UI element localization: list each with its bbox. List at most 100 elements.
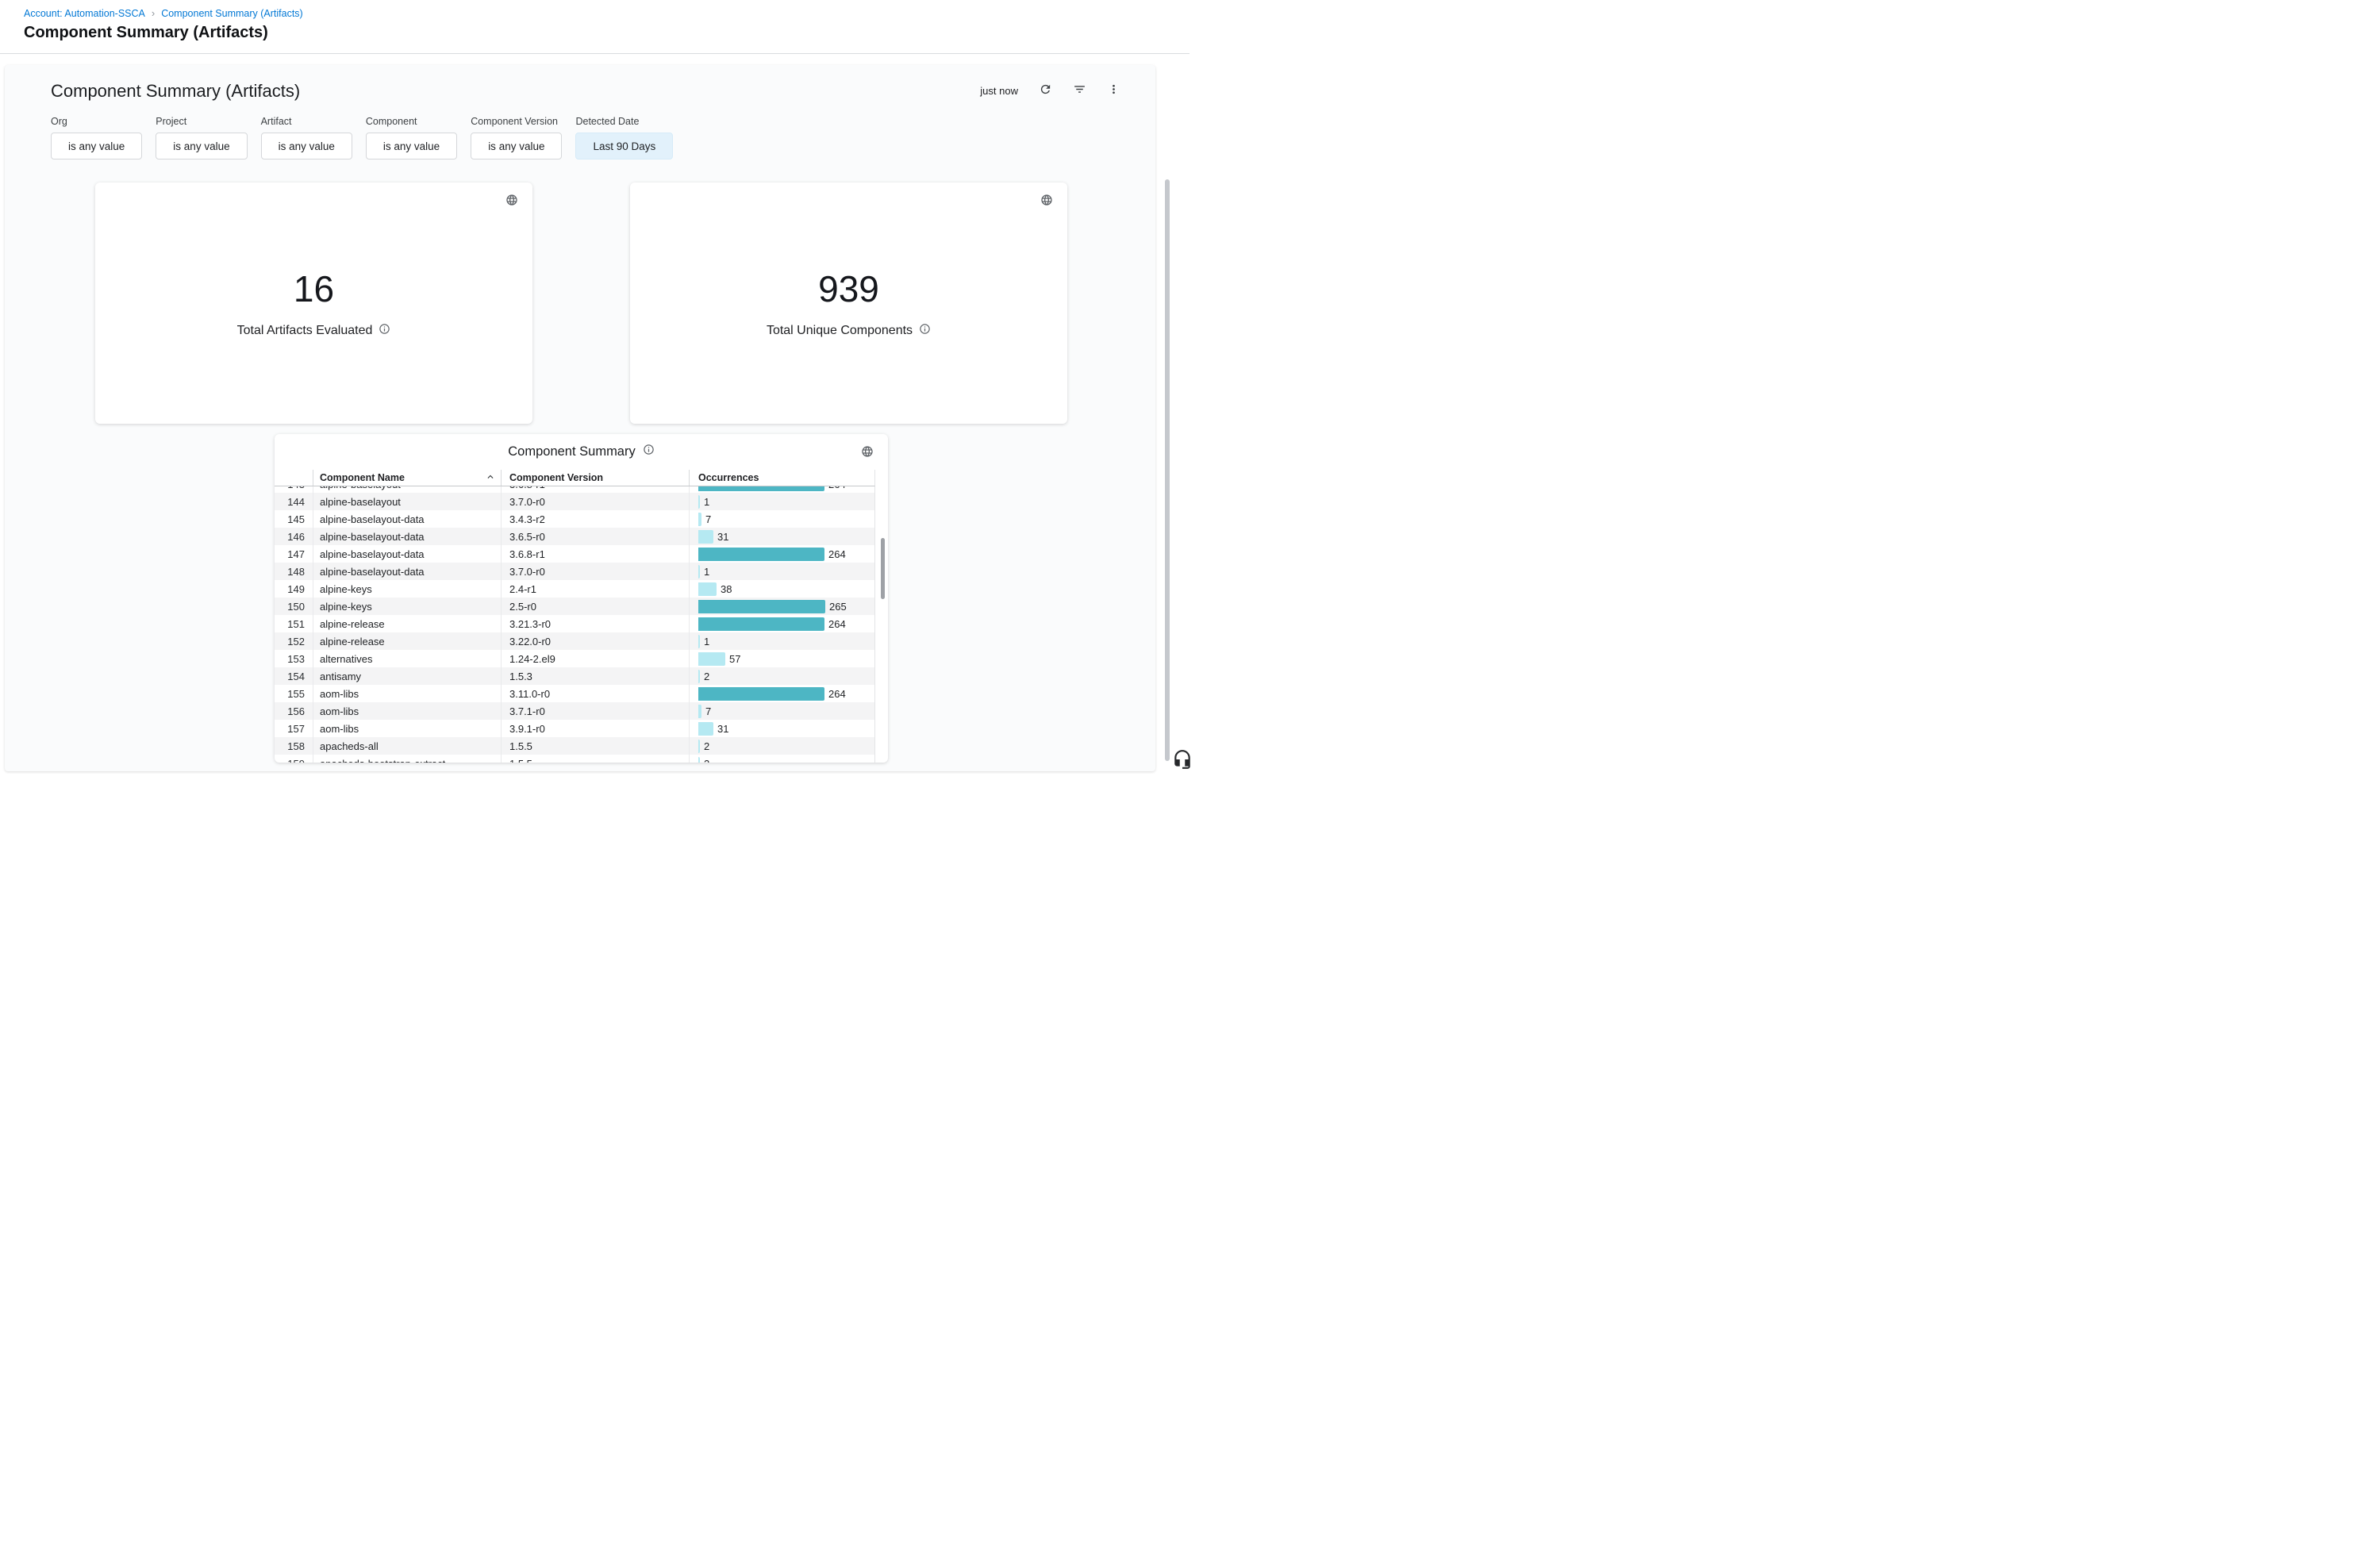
component-name-cell: aom-libs bbox=[313, 702, 501, 720]
filter-group: Detected Date Last 90 Days bbox=[575, 116, 673, 159]
table-row[interactable]: 158 apacheds-all 1.5.5 2 bbox=[275, 737, 874, 755]
occurrences-cell: 264 bbox=[689, 486, 875, 493]
occurrence-bar bbox=[698, 617, 824, 631]
info-icon[interactable] bbox=[919, 323, 931, 339]
row-index: 146 bbox=[275, 528, 313, 545]
occurrences-cell: 1 bbox=[689, 493, 875, 510]
occurrence-bar bbox=[698, 687, 824, 701]
table-row[interactable]: 156 aom-libs 3.7.1-r0 7 bbox=[275, 702, 874, 720]
stat-value: 16 bbox=[294, 267, 334, 311]
occurrences-cell: 31 bbox=[689, 720, 875, 737]
occurrence-bar bbox=[698, 513, 701, 526]
table-row[interactable]: 149 alpine-keys 2.4-r1 38 bbox=[275, 580, 874, 598]
component-version-cell: 2.4-r1 bbox=[501, 580, 689, 598]
component-name-cell: apacheds-all bbox=[313, 737, 501, 755]
occurrences-cell: 264 bbox=[689, 685, 875, 702]
breadcrumb-page-link[interactable]: Component Summary (Artifacts) bbox=[161, 8, 303, 19]
component-name-cell: alpine-keys bbox=[313, 580, 501, 598]
table-row[interactable]: 155 aom-libs 3.11.0-r0 264 bbox=[275, 685, 874, 702]
table-row[interactable]: 147 alpine-baselayout-data 3.6.8-r1 264 bbox=[275, 545, 874, 563]
breadcrumb-separator: › bbox=[152, 7, 155, 19]
table-row[interactable]: 150 alpine-keys 2.5-r0 265 bbox=[275, 598, 874, 615]
filter-toggle-button[interactable] bbox=[1073, 83, 1086, 98]
table-scrollbar-thumb[interactable] bbox=[881, 538, 885, 599]
refresh-icon bbox=[1039, 83, 1052, 98]
column-header-occurrences[interactable]: Occurrences bbox=[689, 470, 875, 486]
stat-label-text: Total Unique Components bbox=[767, 324, 913, 338]
table-row[interactable]: 154 antisamy 1.5.3 2 bbox=[275, 667, 874, 685]
table-row[interactable]: 151 alpine-release 3.21.3-r0 264 bbox=[275, 615, 874, 632]
occurrence-bar bbox=[698, 495, 700, 509]
info-icon[interactable] bbox=[379, 323, 390, 339]
row-index: 143 bbox=[275, 486, 313, 493]
refresh-button[interactable] bbox=[1039, 83, 1052, 98]
more-options-button[interactable] bbox=[1107, 83, 1120, 98]
filter-group: Project is any value bbox=[156, 116, 247, 159]
component-version-cell: 2.5-r0 bbox=[501, 598, 689, 615]
occurrence-bar bbox=[698, 548, 824, 561]
table-row[interactable]: 153 alternatives 1.24-2.el9 57 bbox=[275, 650, 874, 667]
component-version-cell: 3.6.8-r1 bbox=[501, 486, 689, 493]
occurrence-value: 2 bbox=[704, 740, 709, 752]
table-row[interactable]: 145 alpine-baselayout-data 3.4.3-r2 7 bbox=[275, 510, 874, 528]
table-row[interactable]: 144 alpine-baselayout 3.7.0-r0 1 bbox=[275, 493, 874, 510]
table-row[interactable]: 146 alpine-baselayout-data 3.6.5-r0 31 bbox=[275, 528, 874, 545]
occurrences-cell: 265 bbox=[689, 598, 875, 615]
dashboard-panel: Component Summary (Artifacts) just now O… bbox=[5, 65, 1155, 771]
breadcrumb-account-link[interactable]: Account: Automation-SSCA bbox=[24, 8, 145, 19]
component-name-cell: alpine-baselayout-data bbox=[313, 563, 501, 580]
filter-label: Component Version bbox=[471, 116, 562, 127]
occurrence-bar bbox=[698, 757, 700, 763]
filter-value-button[interactable]: is any value bbox=[156, 133, 247, 159]
table-row[interactable]: 148 alpine-baselayout-data 3.7.0-r0 1 bbox=[275, 563, 874, 580]
table-row[interactable]: 157 aom-libs 3.9.1-r0 31 bbox=[275, 720, 874, 737]
occurrence-bar bbox=[698, 705, 701, 718]
occurrence-value: 264 bbox=[828, 486, 846, 490]
row-index: 144 bbox=[275, 493, 313, 510]
row-index: 159 bbox=[275, 755, 313, 763]
occurrence-value: 31 bbox=[717, 531, 728, 543]
filter-value-button[interactable]: is any value bbox=[51, 133, 142, 159]
row-index: 157 bbox=[275, 720, 313, 737]
component-version-cell: 1.5.3 bbox=[501, 667, 689, 685]
filter-value-button[interactable]: Last 90 Days bbox=[575, 133, 673, 159]
occurrences-cell: 2 bbox=[689, 755, 875, 763]
row-index: 149 bbox=[275, 580, 313, 598]
filter-label: Component bbox=[366, 116, 457, 127]
occurrence-value: 264 bbox=[828, 548, 846, 560]
component-version-cell: 3.6.5-r0 bbox=[501, 528, 689, 545]
info-icon[interactable] bbox=[643, 444, 655, 459]
table-rows: 143 alpine-baselayout 3.6.8-r1 264 144 a… bbox=[275, 486, 874, 763]
globe-icon bbox=[505, 194, 518, 210]
component-name-cell: alpine-keys bbox=[313, 598, 501, 615]
table-row[interactable]: 159 apacheds-bootstrap-extract 1.5.5 2 bbox=[275, 755, 874, 763]
occurrences-cell: 7 bbox=[689, 510, 875, 528]
occurrences-cell: 264 bbox=[689, 615, 875, 632]
component-name-cell: apacheds-bootstrap-extract bbox=[313, 755, 501, 763]
filter-value-button[interactable]: is any value bbox=[471, 133, 562, 159]
page-title: Component Summary (Artifacts) bbox=[24, 24, 268, 42]
occurrences-cell: 2 bbox=[689, 737, 875, 755]
table-row[interactable]: 152 alpine-release 3.22.0-r0 1 bbox=[275, 632, 874, 650]
component-version-cell: 3.22.0-r0 bbox=[501, 632, 689, 650]
filter-value-button[interactable]: is any value bbox=[261, 133, 352, 159]
occurrences-cell: 1 bbox=[689, 563, 875, 580]
component-name-cell: alpine-baselayout-data bbox=[313, 545, 501, 563]
occurrence-value: 1 bbox=[704, 636, 709, 648]
occurrences-cell: 31 bbox=[689, 528, 875, 545]
occurrence-bar bbox=[698, 600, 825, 613]
row-index: 152 bbox=[275, 632, 313, 650]
filter-value-button[interactable]: is any value bbox=[366, 133, 457, 159]
component-name-cell: alternatives bbox=[313, 650, 501, 667]
component-name-cell: antisamy bbox=[313, 667, 501, 685]
table-row[interactable]: 143 alpine-baselayout 3.6.8-r1 264 bbox=[275, 486, 874, 493]
support-headset-icon[interactable] bbox=[1172, 749, 1193, 770]
occurrences-cell: 1 bbox=[689, 632, 875, 650]
component-name-cell: alpine-baselayout-data bbox=[313, 528, 501, 545]
occurrences-cell: 7 bbox=[689, 702, 875, 720]
column-header-component-name[interactable]: Component Name bbox=[313, 470, 501, 486]
component-version-cell: 3.7.1-r0 bbox=[501, 702, 689, 720]
column-header-component-version[interactable]: Component Version bbox=[501, 470, 689, 486]
column-label: Component Version bbox=[509, 472, 603, 483]
page-scrollbar-thumb[interactable] bbox=[1165, 179, 1170, 761]
